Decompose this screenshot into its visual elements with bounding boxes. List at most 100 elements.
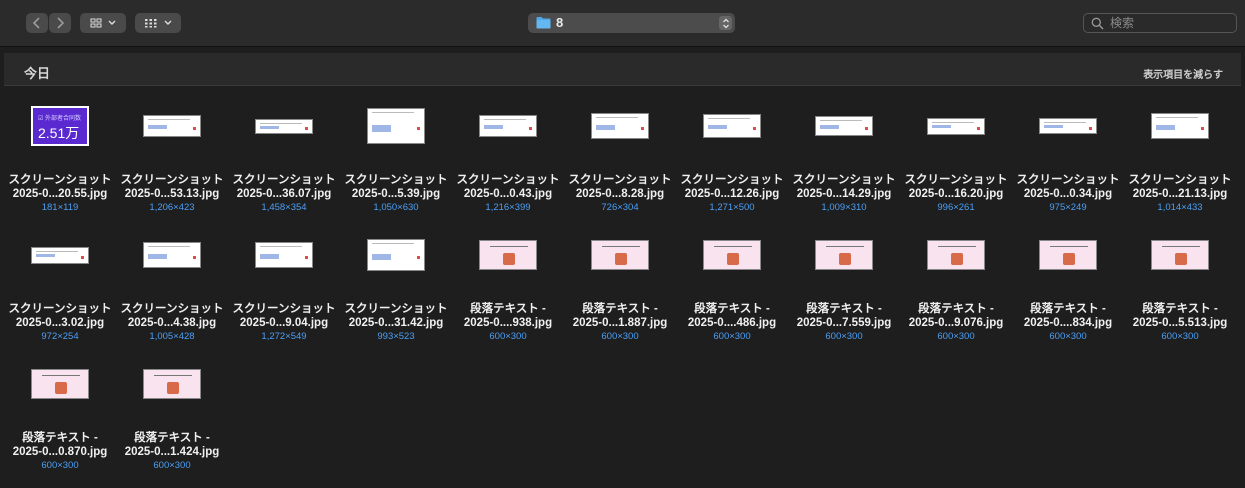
file-item[interactable]: 段落テキスト - 2025-0....938.jpg 600×300 (452, 215, 564, 342)
icon-view-icon (90, 18, 102, 28)
file-thumbnail[interactable] (255, 118, 313, 134)
file-dimensions: 975×249 (1049, 202, 1087, 213)
file-thumbnail[interactable] (1151, 240, 1209, 270)
thumbnail-line (260, 246, 302, 247)
file-item[interactable]: スクリーンショット 2025-0...36.07.jpg 1,458×354 (228, 86, 340, 213)
group-by-button[interactable] (135, 13, 181, 33)
file-item[interactable]: スクリーンショット 2025-0...53.13.jpg 1,206×423 (116, 86, 228, 213)
file-thumbnail[interactable] (591, 113, 649, 139)
search-field[interactable] (1083, 13, 1237, 33)
file-item[interactable]: スクリーンショット 2025-0...9.04.jpg 1,272×549 (228, 215, 340, 342)
thumbnail-illustration (615, 253, 627, 265)
file-dimensions: 600×300 (601, 331, 639, 342)
back-button[interactable] (26, 13, 48, 33)
file-item[interactable]: ☑ 外部者合同数 2.51万 スクリーンショット 2025-0...20.55.jpg… (4, 86, 116, 213)
file-thumbnail[interactable] (927, 117, 985, 135)
file-name-line2: 2025-0....834.jpg (1023, 317, 1113, 329)
file-name-line1: スクリーンショット (232, 303, 336, 315)
thumbnail-block (260, 125, 279, 129)
file-item[interactable]: スクリーンショット 2025-0...14.29.jpg 1,009×310 (788, 86, 900, 213)
file-item[interactable]: 段落テキスト - 2025-0...5.513.jpg 600×300 (1124, 215, 1236, 342)
thumbnail-line (484, 119, 526, 120)
thumbnail-marker (193, 256, 196, 259)
file-item[interactable]: スクリーンショット 2025-0...0.43.jpg 1,216×399 (452, 86, 564, 213)
thumbnail-marker (305, 126, 308, 130)
file-thumbnail[interactable]: ☑ 外部者合同数 2.51万 (31, 106, 89, 146)
thumbnail-block (708, 125, 727, 129)
file-name-line2: 2025-0...31.42.jpg (348, 317, 444, 329)
file-dimensions: 1,272×549 (261, 331, 307, 342)
file-name-line2: 2025-0...1.887.jpg (572, 317, 668, 329)
file-item[interactable]: 段落テキスト - 2025-0....834.jpg 600×300 (1012, 215, 1124, 342)
thumbnail-block (148, 125, 167, 129)
file-thumbnail[interactable] (1039, 118, 1097, 134)
file-name-line2: 2025-0...14.29.jpg (796, 188, 892, 200)
file-dimensions: 600×300 (153, 460, 191, 471)
file-thumbnail[interactable] (703, 114, 761, 138)
file-name-line2: 2025-0...7.559.jpg (796, 317, 892, 329)
file-thumbnail[interactable] (703, 240, 761, 270)
file-item[interactable]: スクリーンショット 2025-0...8.28.jpg 726×304 (564, 86, 676, 213)
file-name-line2: 2025-0...12.26.jpg (684, 188, 780, 200)
file-thumbnail[interactable] (815, 240, 873, 270)
file-thumbnail[interactable] (927, 240, 985, 270)
thumbnail-area (116, 86, 228, 166)
file-name-line1: 段落テキスト - (806, 303, 882, 315)
file-item[interactable]: 段落テキスト - 2025-0...7.559.jpg 600×300 (788, 215, 900, 342)
thumbnail-area (228, 215, 340, 295)
thumbnail-marker (977, 126, 980, 130)
file-item[interactable]: スクリーンショット 2025-0...0.34.jpg 975×249 (1012, 86, 1124, 213)
file-item[interactable]: スクリーンショット 2025-0...4.38.jpg 1,005×428 (116, 215, 228, 342)
file-item[interactable]: 段落テキスト - 2025-0...0.870.jpg 600×300 (4, 344, 116, 471)
file-name-line1: スクリーンショット (8, 303, 112, 315)
file-item[interactable]: 段落テキスト - 2025-0...1.887.jpg 600×300 (564, 215, 676, 342)
file-item[interactable]: 段落テキスト - 2025-0....486.jpg 600×300 (676, 215, 788, 342)
file-thumbnail[interactable] (479, 115, 537, 137)
file-thumbnail[interactable] (255, 242, 313, 268)
thumbnail-area (116, 344, 228, 424)
file-thumbnail[interactable] (815, 116, 873, 136)
file-thumbnail[interactable] (591, 240, 649, 270)
file-thumbnail[interactable] (367, 108, 425, 144)
thumbnail-illustration (727, 253, 739, 265)
file-thumbnail[interactable] (31, 246, 89, 264)
file-thumbnail[interactable] (143, 242, 201, 268)
file-item[interactable]: 段落テキスト - 2025-0...1.424.jpg 600×300 (116, 344, 228, 471)
file-thumbnail[interactable] (31, 369, 89, 399)
file-name-line2: 2025-0....486.jpg (687, 317, 777, 329)
file-thumbnail[interactable] (143, 115, 201, 137)
view-mode-button[interactable] (80, 13, 126, 33)
thumbnail-marker (865, 127, 868, 130)
file-name-line2: 2025-0...21.13.jpg (1132, 188, 1228, 200)
file-thumbnail[interactable] (143, 369, 201, 399)
path-popup[interactable]: 8 (528, 13, 735, 33)
file-thumbnail[interactable] (367, 239, 425, 271)
file-thumbnail[interactable] (1039, 240, 1097, 270)
file-dimensions: 1,458×354 (261, 202, 307, 213)
file-dimensions: 1,206×423 (149, 202, 195, 213)
toolbar: 8 (0, 0, 1245, 46)
file-item[interactable]: スクリーンショット 2025-0...31.42.jpg 993×523 (340, 215, 452, 342)
show-less-link[interactable]: 表示項目を減らす (1143, 66, 1223, 81)
file-name-line2: 2025-0...1.424.jpg (124, 446, 220, 458)
file-name-line1: スクリーンショット (344, 303, 448, 315)
thumbnail-area (564, 86, 676, 166)
file-thumbnail[interactable] (1151, 113, 1209, 139)
file-item[interactable]: スクリーンショット 2025-0...3.02.jpg 972×254 (4, 215, 116, 342)
thumbnail-area (452, 215, 564, 295)
file-item[interactable]: 段落テキスト - 2025-0...9.076.jpg 600×300 (900, 215, 1012, 342)
file-name-line1: 段落テキスト - (1142, 303, 1218, 315)
file-item[interactable]: スクリーンショット 2025-0...12.26.jpg 1,271×500 (676, 86, 788, 213)
file-name-line1: スクリーンショット (456, 174, 560, 186)
file-item[interactable]: スクリーンショット 2025-0...21.13.jpg 1,014×433 (1124, 86, 1236, 213)
search-input[interactable] (1110, 15, 1230, 31)
thumbnail-area (4, 215, 116, 295)
file-thumbnail[interactable] (479, 240, 537, 270)
thumbnail-block (1044, 125, 1063, 128)
file-item[interactable]: スクリーンショット 2025-0...16.20.jpg 996×261 (900, 86, 1012, 213)
popup-stepper[interactable] (719, 16, 732, 30)
forward-button[interactable] (49, 13, 71, 33)
file-name-line1: 段落テキスト - (1030, 303, 1106, 315)
file-item[interactable]: スクリーンショット 2025-0...5.39.jpg 1,050×630 (340, 86, 452, 213)
thumbnail-line (596, 117, 638, 118)
